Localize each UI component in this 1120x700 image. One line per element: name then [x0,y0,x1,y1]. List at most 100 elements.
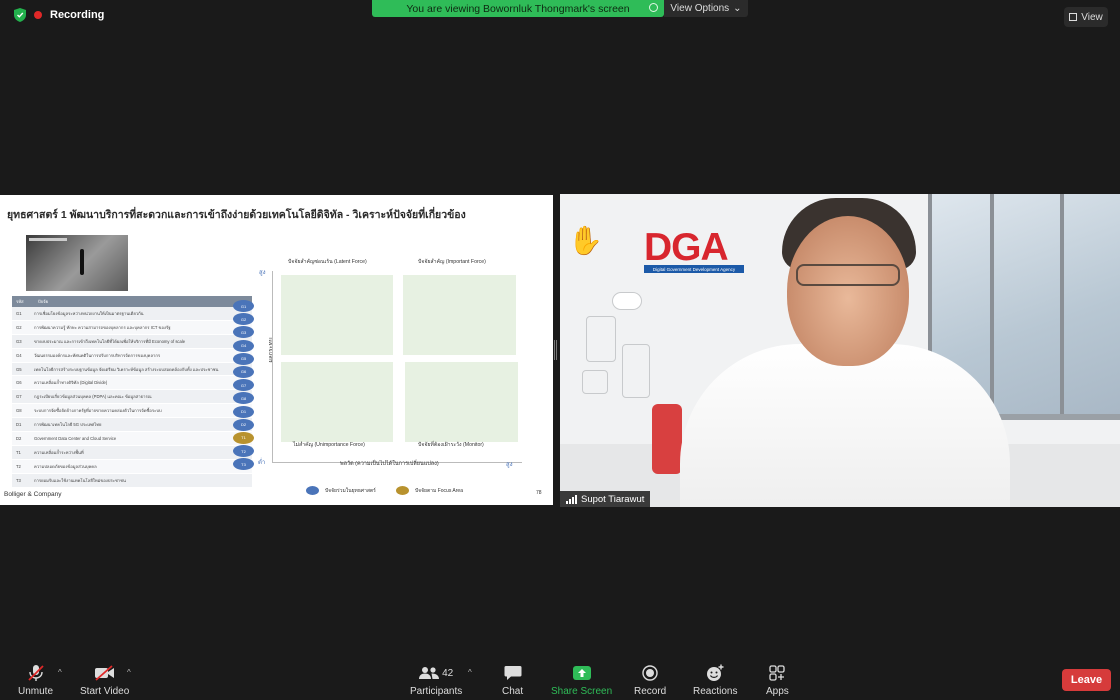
person-shirt [680,344,1010,507]
table-row: G5 เทคโนโลยีการสร้างระบบฐานข้อมูล จัดเตรี… [12,362,252,377]
factor-text: การเชื่อมโยงข้อมูลระหว่างหน่วยงานให้เป็น… [34,310,144,316]
factor-code: G8 [16,408,22,414]
recording-label: Recording [50,9,105,21]
factor-code: D1 [16,422,22,428]
quadrant-top-left [281,275,393,355]
table-row: G2 การพัฒนาความรู้ ทักษะ ความสามารถของบุค… [12,320,252,335]
record-icon [642,664,658,682]
table-row: T2 ความปลอดภัยของข้อมูลส่วนบุคคล [12,459,252,474]
factor-badge: G4 [233,339,254,352]
view-grid-icon [1069,13,1078,21]
factor-badge: G5 [233,352,254,365]
factor-code: G6 [16,380,22,386]
factor-badge: T3 [233,458,254,471]
y-axis-label: ผลกระทบ [266,337,276,362]
factor-badge: G3 [233,326,254,339]
factor-badge: G2 [233,313,254,326]
table-row: G6 ความเหลื่อมล้ำทางดิจิทัล (Digital Divi… [12,376,252,391]
y-low-label: ต่ำ [258,460,266,466]
chevron-down-icon: ⌄ [733,3,742,14]
factor-table: รหัส ปัจจัย G1 การเชื่อมโยงข้อมูลระหว่างห… [12,296,252,488]
reactions-button[interactable]: Reactions [693,664,737,697]
muted-mic-icon [27,664,45,682]
quadrant-label-top-left: ปัจจัยสำคัญซ่อนเร้น (Latent Force) [288,259,367,265]
table-row: G4 วัฒนธรรมองค์กรและทัศนคติในการปรับการบร… [12,348,252,363]
person-face [787,216,909,366]
window-frame [990,194,994,414]
y-high-label: สูง [259,270,266,276]
slide-photo [26,235,128,291]
factor-badge: T2 [233,445,254,458]
share-screen-icon [572,664,592,682]
factor-code: G5 [16,366,22,372]
quadrant-top-right [403,275,516,355]
table-row: G8 ระบบการจัดซื้อจัดจ้างภาครัฐที่อาจขาดคว… [12,404,252,419]
record-button[interactable]: Record [634,664,666,697]
banner-text: You are viewing Bowornluk Thongmark's sc… [406,2,630,15]
header-code: รหัส [16,299,24,304]
raised-hand-icon: ✋ [568,225,603,256]
factor-code: T3 [16,477,21,483]
participants-caret-icon[interactable]: ^ [468,668,472,677]
smiley-plus-icon [706,664,724,682]
factor-text: ความเหลื่อมล้ำระหว่างพื้นที่ [34,449,84,455]
video-options-caret-icon[interactable]: ^ [127,668,131,677]
page-number: 78 [536,490,542,496]
factor-badge: T1 [233,431,254,444]
table-row: T3 การยอมรับและใช้งานเทคโนโลยีใหม่ของประช… [12,473,252,488]
factor-text: การพัฒนาเทคโนโลยี 5G ประเทศไทย [34,422,102,428]
meeting-toolbar: Unmute ^ Start Video ^ 42 Participants ^… [0,660,1120,700]
factor-code: T2 [16,463,21,469]
factor-text: เทคโนโลยีการสร้างระบบฐานข้อมูล จัดเตรียม… [34,366,219,372]
dga-logo: DGA [644,226,729,269]
factor-code: G1 [16,310,22,316]
factor-text: ความเหลื่อมล้ำทางดิจิทัล (Digital Divide… [34,380,108,386]
chat-icon [504,664,522,682]
share-screen-button[interactable]: Share Screen [551,664,612,697]
start-video-button[interactable]: Start Video [80,664,129,697]
factor-code: G7 [16,394,22,400]
factor-text: วัฒนธรรมองค์กรและทัศนคติในการปรับการบริห… [34,352,161,358]
legend-label-focus: ปัจจัยตาม Focus Area [415,487,463,494]
unmute-button[interactable]: Unmute [18,664,53,697]
apps-label: Apps [766,686,789,697]
record-dot-icon [34,11,42,19]
video-off-icon [94,664,116,682]
factor-text: การพัฒนาความรู้ ทักษะ ความสามารถของบุคลา… [34,324,171,330]
table-row: G3 ขาดงบประมาณ และการเข้าถึงเทคโนโลยีที่ไ… [12,334,252,349]
view-button[interactable]: View [1064,7,1108,27]
header-factor: ปัจจัย [38,299,49,304]
apps-button[interactable]: Apps [766,664,789,697]
share-screen-label: Share Screen [551,686,613,697]
lock-decor-icon [582,370,608,394]
participants-count: 42 [442,667,454,679]
quadrant-bottom-left [281,362,393,442]
participant-video[interactable]: ✋ DGA Digital Government Development Age… [560,194,1120,507]
recording-indicator[interactable]: Recording [14,8,104,22]
table-row: D1 การพัฒนาเทคโนโลยี 5G ประเทศไทย [12,418,252,433]
x-high-label: สูง [506,462,513,468]
view-options-button[interactable]: View Options ⌄ [664,0,748,17]
legend-label-common: ปัจจัยร่วมในยุทธศาสตร์ [325,487,376,494]
shield-icon [14,8,26,22]
status-circle-icon [649,3,658,12]
dga-logo-subtitle: Digital Government Development Agency [644,265,744,273]
factor-text: ขาดงบประมาณ และการเข้าถึงเทคโนโลยีที่ได้… [34,338,186,344]
factor-badges: G1 G2 G3 G4 G5 G6 G7 G8 D1 D2 T1 T2 T3 [233,300,255,471]
legend-item-focus: ปัจจัยตาม Focus Area [396,486,463,495]
shared-screen-slide: ยุทธศาสตร์ 1 พัฒนาบริการที่สะดวกและการเข… [0,195,553,505]
participants-button[interactable]: 42 Participants [410,664,462,697]
red-chair [652,404,682,474]
reactions-label: Reactions [693,686,738,697]
apps-icon [769,664,786,682]
signal-bars-icon [566,494,577,504]
audio-options-caret-icon[interactable]: ^ [58,668,62,677]
factor-text: Government Data Center and Cloud Service [34,435,117,441]
window-frame [1060,194,1064,414]
chat-button[interactable]: Chat [502,664,523,697]
split-resize-handle[interactable] [554,340,557,360]
factor-badge: G7 [233,379,254,392]
leave-button[interactable]: Leave [1062,669,1111,691]
quadrant-bottom-right [405,362,518,442]
view-label: View [1081,11,1103,23]
